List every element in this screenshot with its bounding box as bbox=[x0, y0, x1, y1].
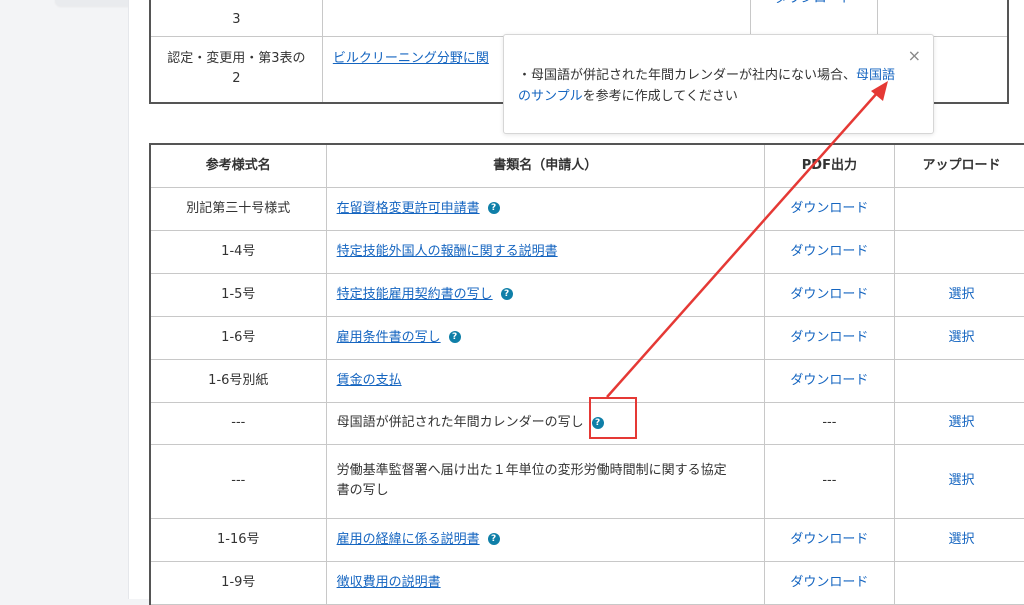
doc-cell: 在留資格変更許可申請書? bbox=[325, 186, 765, 231]
pdf-download-link[interactable]: ダウンロード bbox=[763, 560, 895, 605]
upload-select-button[interactable]: 選択 bbox=[893, 401, 1024, 445]
upload-cell bbox=[893, 229, 1024, 274]
pdf-cell: --- bbox=[763, 401, 895, 445]
table-row: 別記第三十号様式 在留資格変更許可申請書? ダウンロード bbox=[149, 186, 1024, 231]
annotation-highlight-box bbox=[589, 397, 637, 439]
tooltip-text: ・母国語が併記された年間カレンダーが社内にない場合、母国語 のサンプルを参考に作成… bbox=[518, 65, 918, 107]
upload-cell bbox=[876, 0, 1009, 37]
table-row: 3 ダウンロード bbox=[149, 0, 1009, 37]
doc-cell: 特定技能外国人の報酬に関する説明書 bbox=[325, 229, 765, 274]
pdf-download-link[interactable]: ダウンロード bbox=[763, 517, 895, 562]
table-header-row: 参考様式名 書類名（申請人） PDF出力 アップロード bbox=[149, 143, 1024, 188]
table-row: 1-5号 特定技能雇用契約書の写し? ダウンロード 選択 bbox=[149, 272, 1024, 317]
ref-cell: 1-5号 bbox=[149, 272, 327, 317]
doc-text: 労働基準監督署へ届け出た１年単位の変形労働時間制に関する協定 bbox=[336, 463, 727, 478]
doc-text: 書の写し bbox=[336, 483, 389, 498]
table-row: 1-16号 雇用の経緯に係る説明書? ダウンロード 選択 bbox=[149, 517, 1024, 562]
doc-cell: 母国語が併記された年間カレンダーの写し? bbox=[325, 401, 765, 445]
doc-cell bbox=[321, 0, 751, 37]
doc-cell: 特定技能雇用契約書の写し? bbox=[325, 272, 765, 317]
pdf-download-link[interactable]: ダウンロード bbox=[763, 272, 895, 317]
table-row: --- 母国語が併記された年間カレンダーの写し? --- 選択 bbox=[149, 401, 1024, 445]
doc-link[interactable]: 賃金の支払 bbox=[337, 373, 402, 388]
ref-cell: 1-9号 bbox=[149, 560, 327, 605]
help-tooltip: × ・母国語が併記された年間カレンダーが社内にない場合、母国語 のサンプルを参考に… bbox=[503, 34, 934, 134]
pdf-download-link[interactable]: ダウンロード bbox=[763, 358, 895, 403]
ref-cell: 認定・変更用・第3表の 2 bbox=[149, 36, 323, 103]
table-row: 1-4号 特定技能外国人の報酬に関する説明書 ダウンロード bbox=[149, 229, 1024, 274]
doc-text: 母国語が併記された年間カレンダーの写し bbox=[336, 415, 584, 430]
doc-link[interactable]: 徴収費用の説明書 bbox=[337, 575, 441, 590]
doc-link[interactable]: 在留資格変更許可申請書 bbox=[337, 201, 480, 216]
question-circle-icon[interactable]: ? bbox=[448, 331, 461, 343]
doc-cell: 賃金の支払 bbox=[325, 358, 765, 403]
ref-cell: 1-16号 bbox=[149, 517, 327, 562]
ref-cell: 1-4号 bbox=[149, 229, 327, 274]
pdf-download-link[interactable]: ダウンロード bbox=[763, 229, 895, 274]
upload-select-button[interactable]: 選択 bbox=[893, 315, 1024, 360]
column-header: 参考様式名 bbox=[149, 143, 327, 188]
ref-text: 認定・変更用・第3表の bbox=[167, 51, 306, 67]
tooltip-text-suffix: を参考に作成してください bbox=[582, 89, 738, 104]
doc-cell: 雇用条件書の写し? bbox=[325, 315, 765, 360]
doc-link[interactable]: 特定技能外国人の報酬に関する説明書 bbox=[337, 244, 558, 259]
question-circle-icon[interactable]: ? bbox=[487, 533, 500, 545]
column-header: 書類名（申請人） bbox=[325, 143, 765, 188]
table-row: 1-6号 雇用条件書の写し? ダウンロード 選択 bbox=[149, 315, 1024, 360]
tooltip-text-prefix: ・母国語が併記された年間カレンダーが社内にない場合、 bbox=[518, 68, 857, 83]
doc-cell: 徴収費用の説明書 bbox=[325, 560, 765, 605]
column-header: アップロード bbox=[893, 143, 1024, 188]
doc-link[interactable]: 雇用の経緯に係る説明書 bbox=[337, 532, 480, 547]
ref-cell: 3 bbox=[149, 0, 323, 37]
pdf-download-link[interactable]: ダウンロード bbox=[763, 315, 895, 360]
main-content: 3 ダウンロード 認定・変更用・第3表の 2 ビルクリーニング分野に関 参考様式名… bbox=[128, 0, 1024, 605]
table-row: 1-9号 徴収費用の説明書 ダウンロード bbox=[149, 560, 1024, 605]
question-circle-icon[interactable]: ? bbox=[487, 202, 500, 214]
doc-link[interactable]: 雇用条件書の写し bbox=[337, 330, 441, 345]
ref-text: 2 bbox=[232, 71, 241, 87]
doc-link[interactable]: 特定技能雇用契約書の写し bbox=[337, 287, 493, 302]
upload-cell bbox=[893, 186, 1024, 231]
upload-select-button[interactable]: 選択 bbox=[893, 272, 1024, 317]
table-row: --- 労働基準監督署へ届け出た１年単位の変形労働時間制に関する協定 書の写し ---… bbox=[149, 443, 1024, 519]
upload-cell bbox=[893, 358, 1024, 403]
upload-select-button[interactable]: 選択 bbox=[893, 443, 1024, 519]
table-row: 1-6号別紙 賃金の支払 ダウンロード bbox=[149, 358, 1024, 403]
doc-cell: 雇用の経緯に係る説明書? bbox=[325, 517, 765, 562]
upload-cell bbox=[893, 560, 1024, 605]
ref-cell: --- bbox=[149, 443, 327, 519]
close-icon[interactable]: × bbox=[908, 45, 921, 66]
doc-cell: 労働基準監督署へ届け出た１年単位の変形労働時間制に関する協定 書の写し bbox=[325, 443, 765, 519]
required-documents-table: 参考様式名 書類名（申請人） PDF出力 アップロード 別記第三十号様式 在留資格… bbox=[149, 143, 1024, 605]
pdf-download-link[interactable]: ダウンロード bbox=[763, 186, 895, 231]
column-header: PDF出力 bbox=[763, 143, 895, 188]
ref-cell: 1-6号別紙 bbox=[149, 358, 327, 403]
question-circle-icon[interactable]: ? bbox=[500, 288, 513, 300]
upload-select-button[interactable]: 選択 bbox=[893, 517, 1024, 562]
pdf-download-link[interactable]: ダウンロード bbox=[749, 0, 878, 37]
ref-cell: 別記第三十号様式 bbox=[149, 186, 327, 231]
doc-link[interactable]: ビルクリーニング分野に関 bbox=[333, 51, 489, 66]
ref-cell: 1-6号 bbox=[149, 315, 327, 360]
ref-cell: --- bbox=[149, 401, 327, 445]
pdf-cell: --- bbox=[763, 443, 895, 519]
